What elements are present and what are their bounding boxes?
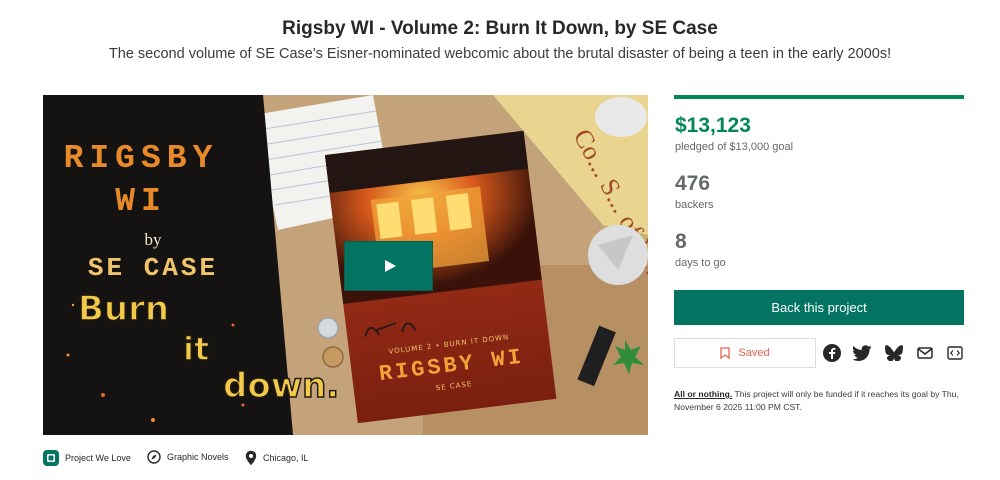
- days-to-go-count: 8: [675, 230, 687, 253]
- tag-location[interactable]: Chicago, IL: [245, 450, 309, 466]
- tag-label: Chicago, IL: [263, 453, 309, 463]
- tag-project-we-love[interactable]: Project We Love: [43, 450, 131, 466]
- twitter-icon[interactable]: [852, 343, 872, 363]
- project-blurb: The second volume of SE Case's Eisner-no…: [108, 46, 892, 62]
- backers-label: backers: [675, 199, 714, 211]
- facebook-icon[interactable]: [822, 343, 842, 363]
- tag-graphic-novels[interactable]: Graphic Novels: [147, 450, 229, 464]
- play-icon: [384, 260, 396, 272]
- cover-title-word: WI: [115, 183, 167, 220]
- cover-author: SE CASE: [88, 253, 218, 283]
- project-video[interactable]: Co... S... of E... Hem... RIGSBY WI by S…: [43, 95, 648, 435]
- all-or-nothing-link[interactable]: All or nothing.: [674, 389, 732, 399]
- kickstarter-k-icon: [43, 450, 59, 466]
- compass-icon: [147, 450, 161, 464]
- saved-label: Saved: [738, 347, 770, 359]
- days-to-go-label: days to go: [675, 257, 726, 269]
- backers-count: 476: [675, 172, 711, 195]
- embed-icon[interactable]: [945, 343, 965, 363]
- funding-progress-fill: [674, 95, 964, 99]
- back-project-button[interactable]: Back this project: [674, 290, 964, 325]
- tag-label: Graphic Novels: [167, 452, 229, 462]
- cover-burn-word: Burn: [78, 289, 169, 329]
- play-video-button[interactable]: [344, 241, 433, 291]
- cover-title-word: RIGSBY: [64, 140, 219, 177]
- bookmark-icon: [720, 347, 731, 359]
- pledged-label: pledged of $13,000 goal: [675, 141, 794, 153]
- cover-by: by: [145, 230, 163, 249]
- pledged-amount: $13,123: [675, 114, 751, 137]
- tag-label: Project We Love: [65, 453, 131, 463]
- funding-note: All or nothing. This project will only b…: [674, 388, 969, 414]
- location-pin-icon: [245, 450, 257, 466]
- email-icon[interactable]: [915, 343, 935, 363]
- project-title: Rigsby WI - Volume 2: Burn It Down, by S…: [282, 18, 718, 39]
- saved-button[interactable]: Saved: [674, 338, 816, 368]
- cover-down-word: down.: [223, 366, 339, 406]
- bluesky-icon[interactable]: [884, 343, 904, 363]
- funding-progress-bar: [674, 95, 964, 99]
- cover-it-word: it: [183, 330, 209, 368]
